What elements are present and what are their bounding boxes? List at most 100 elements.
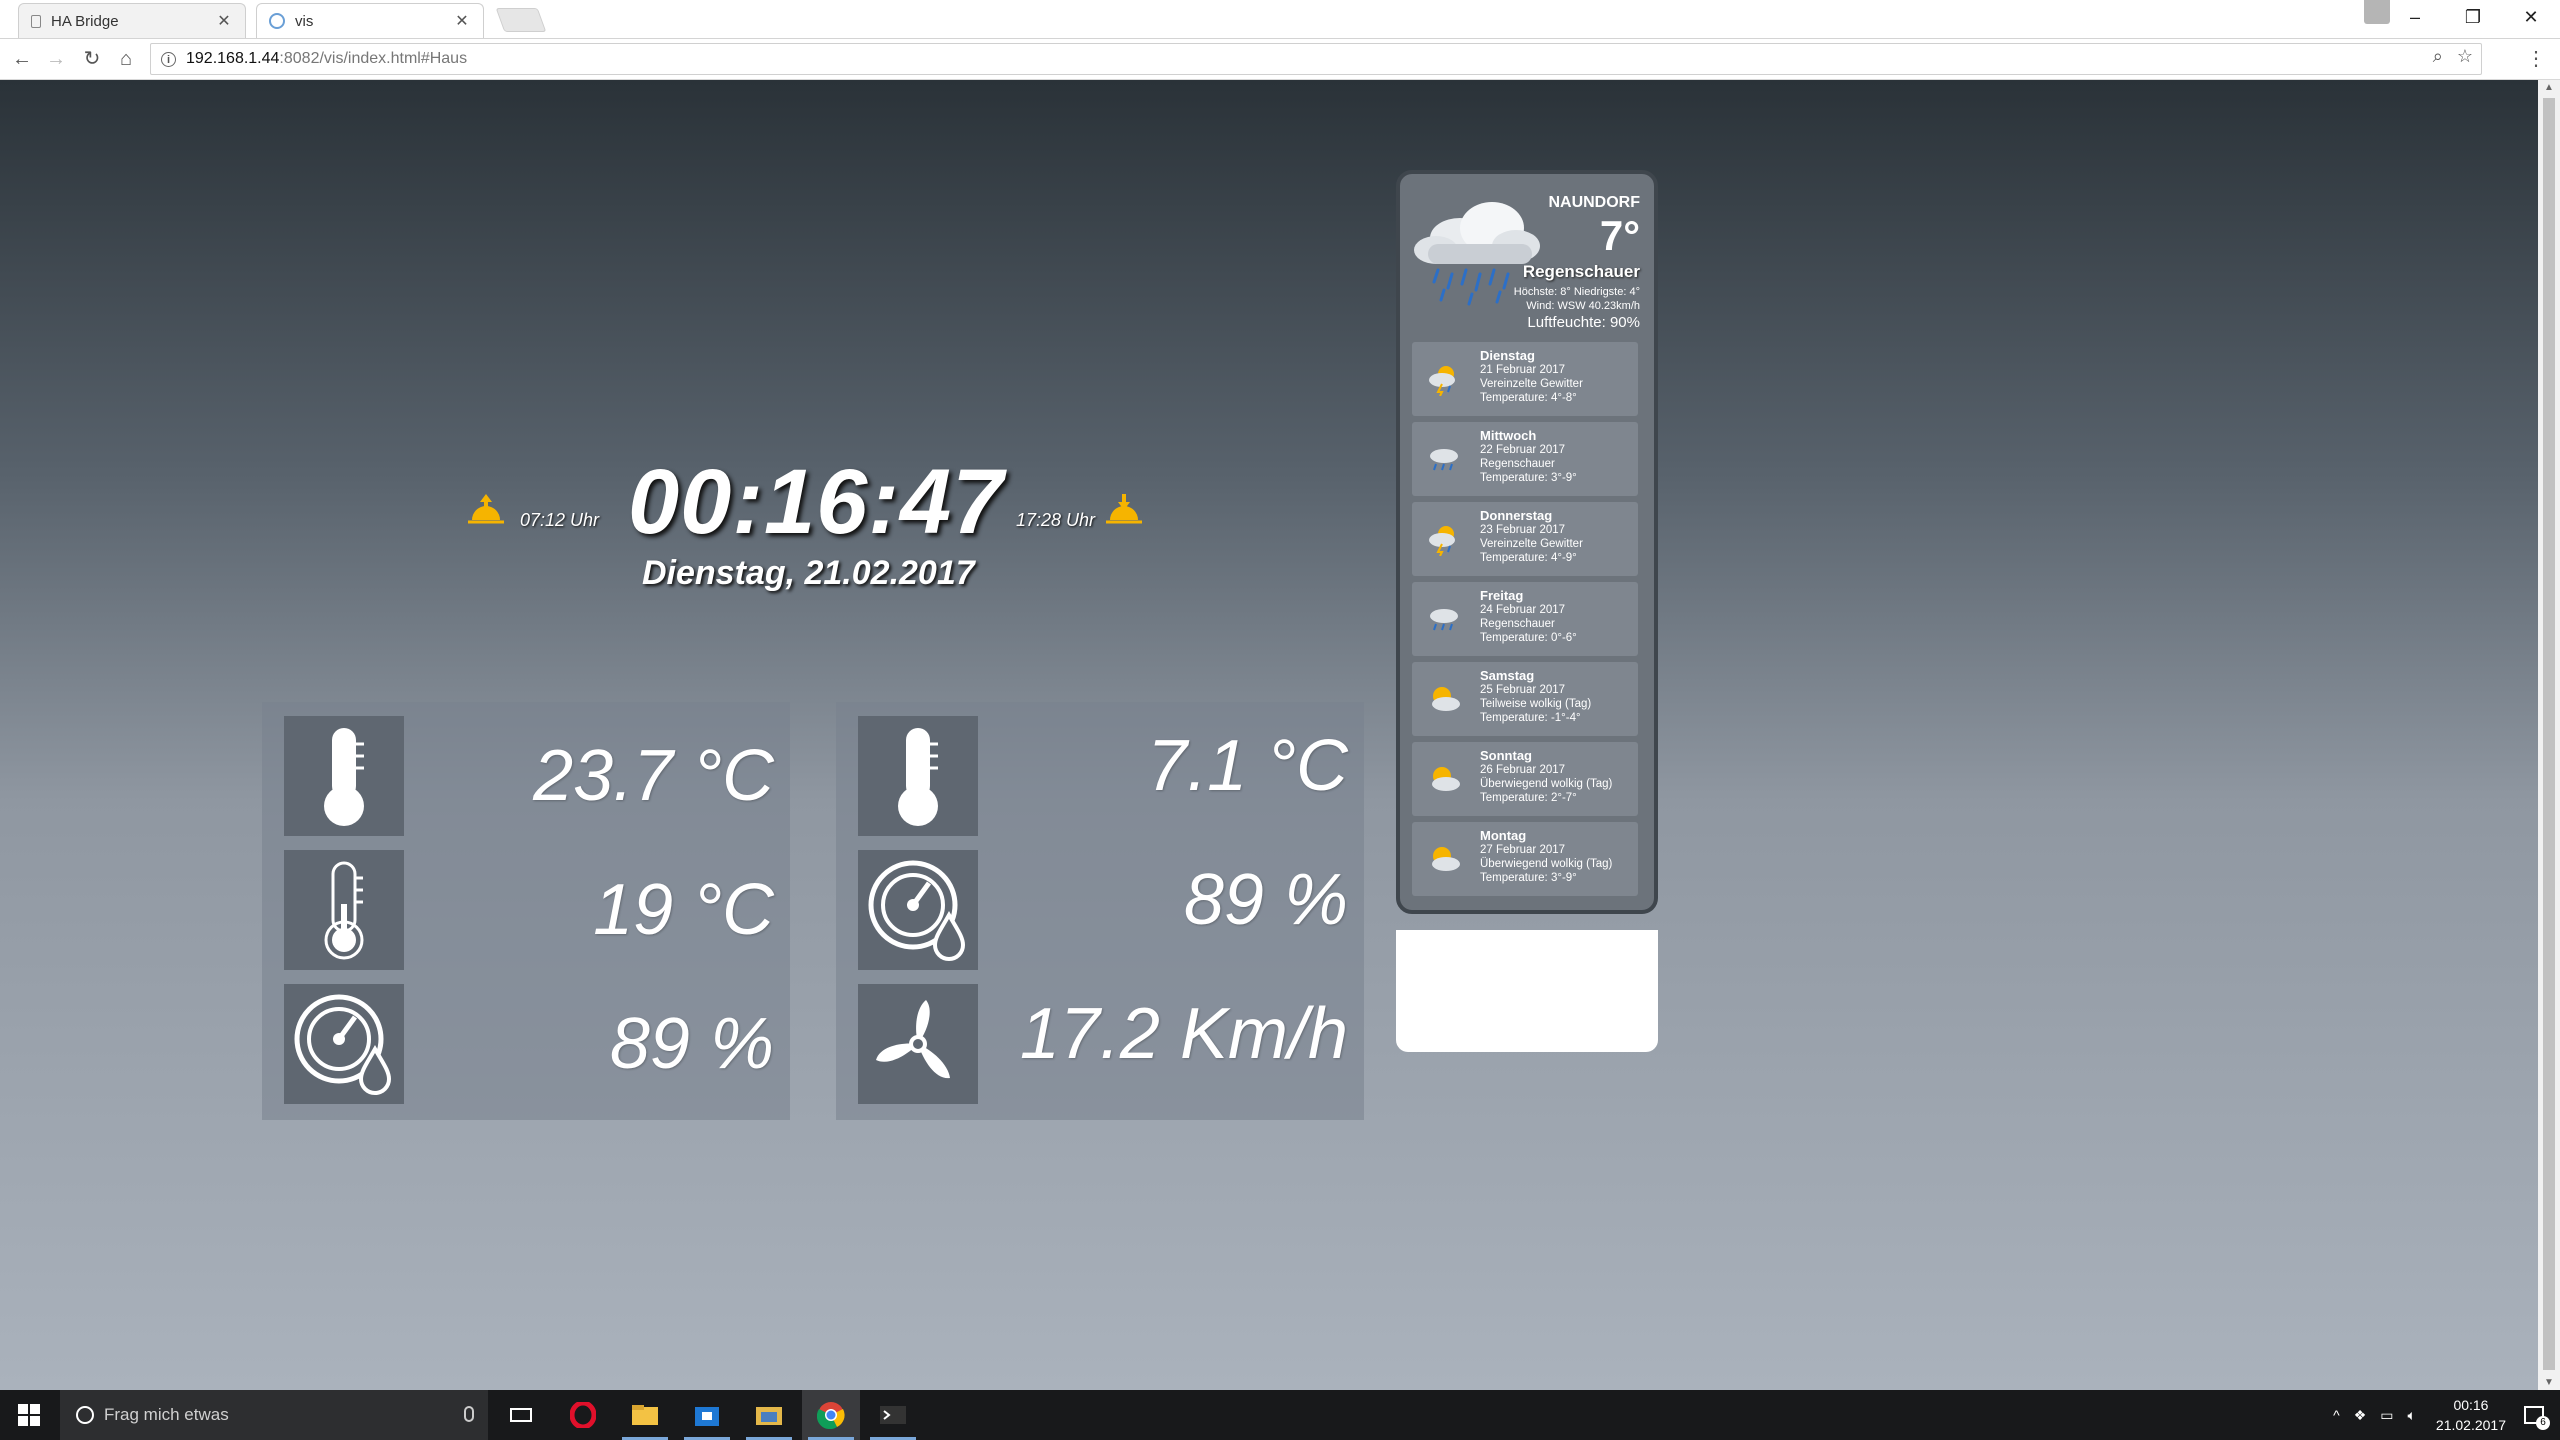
browser-toolbar: ← → ↻ ⌂ i 192.168.1.44:8082/vis/index.ht…: [0, 39, 2560, 80]
forward-button[interactable]: →: [42, 45, 70, 73]
outdoor-sensor-panel: 7.1 °C 89 % 17.2 Km/h: [836, 702, 1364, 1120]
forecast-item: Samstag 25 Februar 2017 Teilweise wolkig…: [1412, 662, 1638, 736]
clock: 00:16:47: [628, 451, 1005, 553]
partly-cloudy-icon: [1432, 687, 1460, 711]
wind-turbine-icon: [858, 984, 978, 1104]
forecast-temperature: Temperature: 3°-9°: [1480, 472, 1577, 484]
scroll-down-arrow-icon[interactable]: ▼: [2544, 1377, 2554, 1388]
thunderstorm-sun-icon: [1429, 366, 1455, 396]
thermometer-low-icon: [284, 850, 404, 970]
folder-app-icon[interactable]: [740, 1390, 798, 1440]
humidity-gauge-icon: [858, 850, 978, 970]
scrollbar-thumb[interactable]: [2543, 98, 2555, 1370]
forecast-day: Montag: [1480, 828, 1527, 843]
sensor-row: 23.7 °C: [284, 716, 774, 840]
store-icon[interactable]: [678, 1390, 736, 1440]
forecast-temperature: Temperature: 0°-6°: [1480, 632, 1577, 644]
search-placeholder: Frag mich etwas: [104, 1405, 229, 1424]
indoor-temperature-2-value: 19 °C: [593, 870, 774, 950]
opera-icon[interactable]: [554, 1390, 612, 1440]
vis-dashboard: 07:12 Uhr 00:16:47 Dienstag, 21.02.2017 …: [0, 80, 2538, 1390]
weather-widget: NAUNDORF 7° Regenschauer Höchste: 8° Nie…: [1396, 170, 1658, 914]
close-tab-icon[interactable]: ✕: [215, 11, 233, 31]
start-button[interactable]: [18, 1404, 40, 1426]
loading-icon: [269, 13, 285, 29]
indoor-humidity-value: 89 %: [609, 1004, 774, 1084]
forecast-day: Freitag: [1480, 588, 1524, 603]
date-label: Dienstag, 21.02.2017: [642, 554, 975, 592]
weather-wind: Wind: WSW 40.23km/h: [1526, 300, 1640, 312]
tab-ha-bridge[interactable]: HA Bridge ✕: [18, 3, 246, 38]
browser-tab-bar: HA Bridge ✕ vis ✕ – ❐ ✕: [0, 0, 2560, 39]
action-center-icon[interactable]: 6: [2524, 1406, 2550, 1430]
forecast-item: Donnerstag 23 Februar 2017 Vereinzelte G…: [1412, 502, 1638, 576]
restore-button[interactable]: ❐: [2444, 7, 2502, 28]
sunrise-icon: [468, 494, 504, 524]
tab-vis[interactable]: vis ✕: [256, 3, 484, 38]
file-explorer-icon[interactable]: [616, 1390, 674, 1440]
forecast-list: Dienstag 21 Februar 2017 Vereinzelte Gew…: [1412, 342, 1638, 902]
url-host: 192.168.1.44: [186, 50, 280, 67]
tab-label: vis: [295, 12, 314, 30]
forecast-condition: Teilweise wolkig (Tag): [1480, 698, 1592, 710]
cortana-icon: [76, 1406, 94, 1424]
sensor-row: 17.2 Km/h: [858, 984, 1348, 1108]
indoor-temperature-value: 23.7 °C: [533, 736, 774, 816]
weather-widget-footer: [1396, 930, 1658, 1052]
volume-icon[interactable]: 🔈︎: [2408, 1407, 2416, 1424]
bookmark-star-icon[interactable]: ☆: [2457, 46, 2473, 67]
browser-menu-icon[interactable]: ⋮: [2526, 46, 2546, 71]
forecast-date: 26 Februar 2017: [1480, 764, 1566, 776]
chrome-icon[interactable]: [802, 1390, 860, 1440]
page-icon: [31, 14, 41, 28]
cortana-search-box[interactable]: Frag mich etwas: [60, 1390, 488, 1440]
forecast-date: 22 Februar 2017: [1480, 444, 1566, 456]
sensor-row: 89 %: [284, 984, 774, 1108]
forecast-day: Donnerstag: [1480, 508, 1553, 523]
microphone-icon[interactable]: [464, 1406, 474, 1422]
url-path: :8082/vis/index.html#Haus: [279, 50, 468, 67]
forecast-condition: Vereinzelte Gewitter: [1480, 538, 1583, 550]
forecast-day: Mittwoch: [1480, 428, 1537, 443]
thermometer-full-icon: [858, 716, 978, 836]
weather-humidity: Luftfeuchte: 90%: [1527, 314, 1640, 331]
weather-current-temp: 7°: [1599, 212, 1640, 259]
network-icon[interactable]: ▭: [2380, 1407, 2393, 1424]
dropbox-icon[interactable]: ❖: [2354, 1407, 2367, 1424]
page-scrollbar[interactable]: ▲ ▼: [2538, 80, 2560, 1390]
forecast-date: 21 Februar 2017: [1480, 364, 1566, 376]
forecast-item: Mittwoch 22 Februar 2017 Regenschauer Te…: [1412, 422, 1638, 496]
reload-button[interactable]: ↻: [78, 45, 106, 73]
indoor-sensor-panel: 23.7 °C 19 °C 89 %: [262, 702, 790, 1120]
minimize-button[interactable]: –: [2386, 7, 2444, 28]
sensor-row: 89 %: [858, 850, 1348, 974]
forecast-day: Samstag: [1480, 668, 1535, 683]
forecast-item: Montag 27 Februar 2017 Überwiegend wolki…: [1412, 822, 1638, 896]
show-hidden-icons-icon[interactable]: ^: [2333, 1407, 2340, 1423]
close-window-button[interactable]: ✕: [2502, 7, 2560, 28]
tray-clock[interactable]: 00:16 21.02.2017: [2436, 1395, 2506, 1435]
home-button[interactable]: ⌂: [112, 45, 140, 73]
zoom-icon[interactable]: ⌕: [2433, 46, 2443, 67]
rain-cloud-icon: [1430, 609, 1458, 631]
thermometer-full-icon: [284, 716, 404, 836]
scroll-up-arrow-icon[interactable]: ▲: [2544, 82, 2554, 93]
address-bar[interactable]: i 192.168.1.44:8082/vis/index.html#Haus …: [150, 43, 2482, 75]
forecast-item: Freitag 24 Februar 2017 Regenschauer Tem…: [1412, 582, 1638, 656]
forecast-temperature: Temperature: 3°-9°: [1480, 872, 1577, 884]
new-tab-button[interactable]: [495, 8, 547, 32]
back-button[interactable]: ←: [8, 45, 36, 73]
weather-condition: Regenschauer: [1522, 262, 1640, 281]
notification-count: 6: [2536, 1416, 2550, 1430]
close-tab-icon[interactable]: ✕: [453, 11, 471, 31]
forecast-date: 25 Februar 2017: [1480, 684, 1566, 696]
terminal-app-icon[interactable]: [864, 1390, 922, 1440]
forecast-condition: Regenschauer: [1480, 458, 1555, 470]
thunderstorm-sun-icon: [1429, 526, 1455, 556]
outdoor-humidity-value: 89 %: [1183, 860, 1348, 940]
sunrise-time: 07:12 Uhr: [520, 510, 600, 530]
rain-cloud-icon: [1430, 449, 1458, 471]
info-icon[interactable]: i: [161, 51, 176, 67]
task-view-button[interactable]: [492, 1390, 550, 1440]
forecast-condition: Überwiegend wolkig (Tag): [1480, 778, 1613, 790]
